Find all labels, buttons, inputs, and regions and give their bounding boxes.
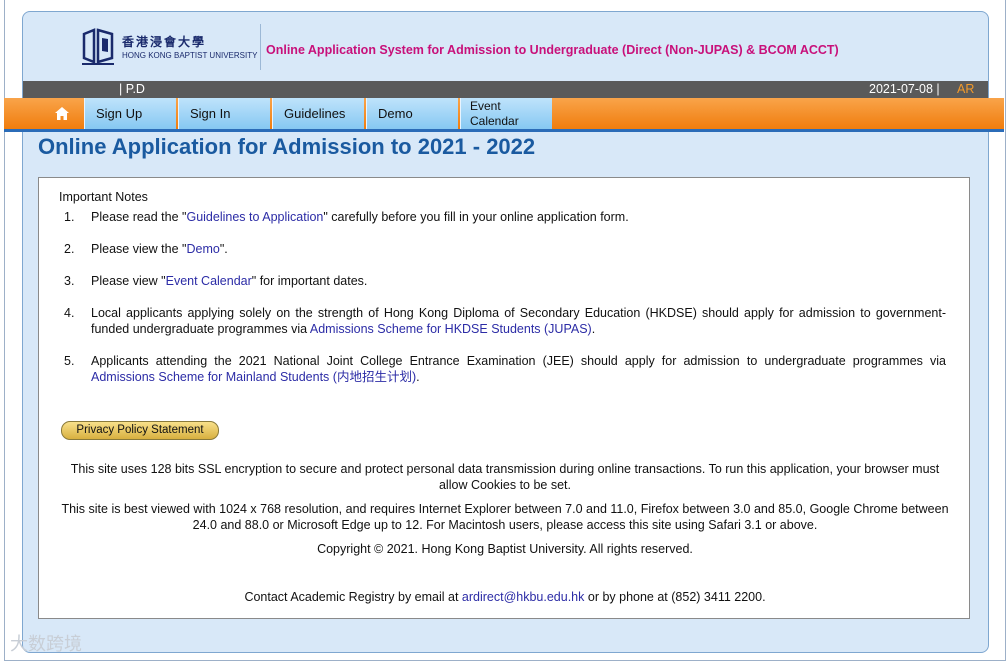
note-item: 1. Please read the "Guidelines to Applic…: [64, 209, 946, 225]
nav-sign-up-label: Sign Up: [96, 106, 143, 121]
nav-bar: Sign Up Sign In Guidelines Demo Event Ca…: [4, 98, 1004, 132]
note-item: 2. Please view the "Demo".: [64, 241, 946, 257]
note-text-post: " carefully before you fill in your onli…: [323, 210, 629, 224]
ar-link[interactable]: AR: [957, 82, 974, 96]
nav-sign-in[interactable]: Sign In: [178, 98, 270, 129]
nav-demo[interactable]: Demo: [366, 98, 458, 129]
note-text: Please view "Event Calendar" for importa…: [91, 273, 946, 289]
current-date: 2021-07-08 |: [869, 82, 940, 96]
nav-event-calendar-label: Event Calendar: [470, 99, 519, 129]
nav-sign-up[interactable]: Sign Up: [84, 98, 176, 129]
contact-pre: Contact Academic Registry by email at: [244, 590, 462, 604]
nav-event-line1: Event: [470, 98, 501, 113]
note-item: 4. Local applicants applying solely on t…: [64, 305, 946, 337]
header-divider: [260, 24, 261, 70]
logo-chinese-text: 香港浸會大學: [122, 35, 207, 49]
nav-guidelines-label: Guidelines: [284, 106, 346, 121]
copyright: Copyright © 2021. Hong Kong Baptist Univ…: [317, 542, 693, 556]
guidelines-link[interactable]: Guidelines to Application: [186, 210, 323, 224]
nav-demo-label: Demo: [378, 106, 413, 121]
event-calendar-link[interactable]: Event Calendar: [166, 274, 252, 288]
note-text-post: " for important dates.: [251, 274, 368, 288]
note-text-pre: Applicants attending the 2021 National J…: [91, 354, 946, 368]
watermark: 大数跨境: [10, 634, 82, 655]
note-text: Please view the "Demo".: [91, 241, 946, 257]
header: 香港浸會大學 HONG KONG BAPTIST UNIVERSITY Onli…: [23, 12, 988, 81]
note-number: 5.: [64, 354, 75, 368]
email-link[interactable]: ardirect@hkbu.edu.hk: [462, 590, 584, 604]
notes-heading: Important Notes: [59, 190, 148, 204]
browser-notice: This site is best viewed with 1024 x 768…: [61, 502, 949, 532]
user-indicator: | P.D: [119, 82, 145, 96]
home-icon: [55, 107, 69, 120]
note-number: 3.: [64, 274, 75, 288]
nav-event-calendar[interactable]: Event Calendar: [460, 98, 552, 129]
nav-home[interactable]: [42, 98, 82, 129]
note-text-post: .: [416, 370, 420, 384]
ssl-notice: This site uses 128 bits SSL encryption t…: [70, 462, 940, 492]
note-text-post: .: [591, 322, 596, 336]
mainland-scheme-link[interactable]: Admissions Scheme for Mainland Students …: [91, 370, 416, 384]
note-text-pre: Please view the ": [91, 242, 187, 256]
note-text: Please read the "Guidelines to Applicati…: [91, 209, 946, 225]
content-box: Important Notes 1. Please read the "Guid…: [38, 177, 970, 619]
contact-line: Contact Academic Registry by email at ar…: [59, 589, 951, 605]
privacy-policy-button[interactable]: Privacy Policy Statement: [61, 421, 219, 440]
note-text-post: ".: [219, 242, 228, 256]
hkbu-logo-icon: [82, 28, 114, 65]
note-number: 4.: [64, 306, 75, 320]
logo-english-text: HONG KONG BAPTIST UNIVERSITY: [122, 51, 258, 60]
system-title: Online Application System for Admission …: [266, 43, 839, 57]
contact-post: or by phone at (852) 3411 2200.: [584, 590, 766, 604]
nav-event-line2: Calendar: [470, 113, 519, 128]
note-text: Local applicants applying solely on the …: [91, 305, 946, 337]
note-item: 5. Applicants attending the 2021 Nationa…: [64, 353, 946, 385]
nav-guidelines[interactable]: Guidelines: [272, 98, 364, 129]
note-text-pre: Please read the ": [91, 210, 187, 224]
note-text-pre: Please view ": [91, 274, 166, 288]
note-item: 3. Please view "Event Calendar" for impo…: [64, 273, 946, 289]
university-logo[interactable]: 香港浸會大學 HONG KONG BAPTIST UNIVERSITY: [80, 28, 260, 66]
note-text: Applicants attending the 2021 National J…: [91, 353, 946, 385]
note-number: 2.: [64, 242, 75, 256]
nav-sign-in-label: Sign In: [190, 106, 231, 121]
page-title: Online Application for Admission to 2021…: [38, 134, 536, 159]
status-bar: | P.D 2021-07-08 | AR: [23, 81, 988, 99]
note-number: 1.: [64, 210, 75, 224]
demo-link[interactable]: Demo: [186, 242, 219, 256]
jupas-link[interactable]: Admissions Scheme for HKDSE Students (JU…: [310, 322, 592, 336]
